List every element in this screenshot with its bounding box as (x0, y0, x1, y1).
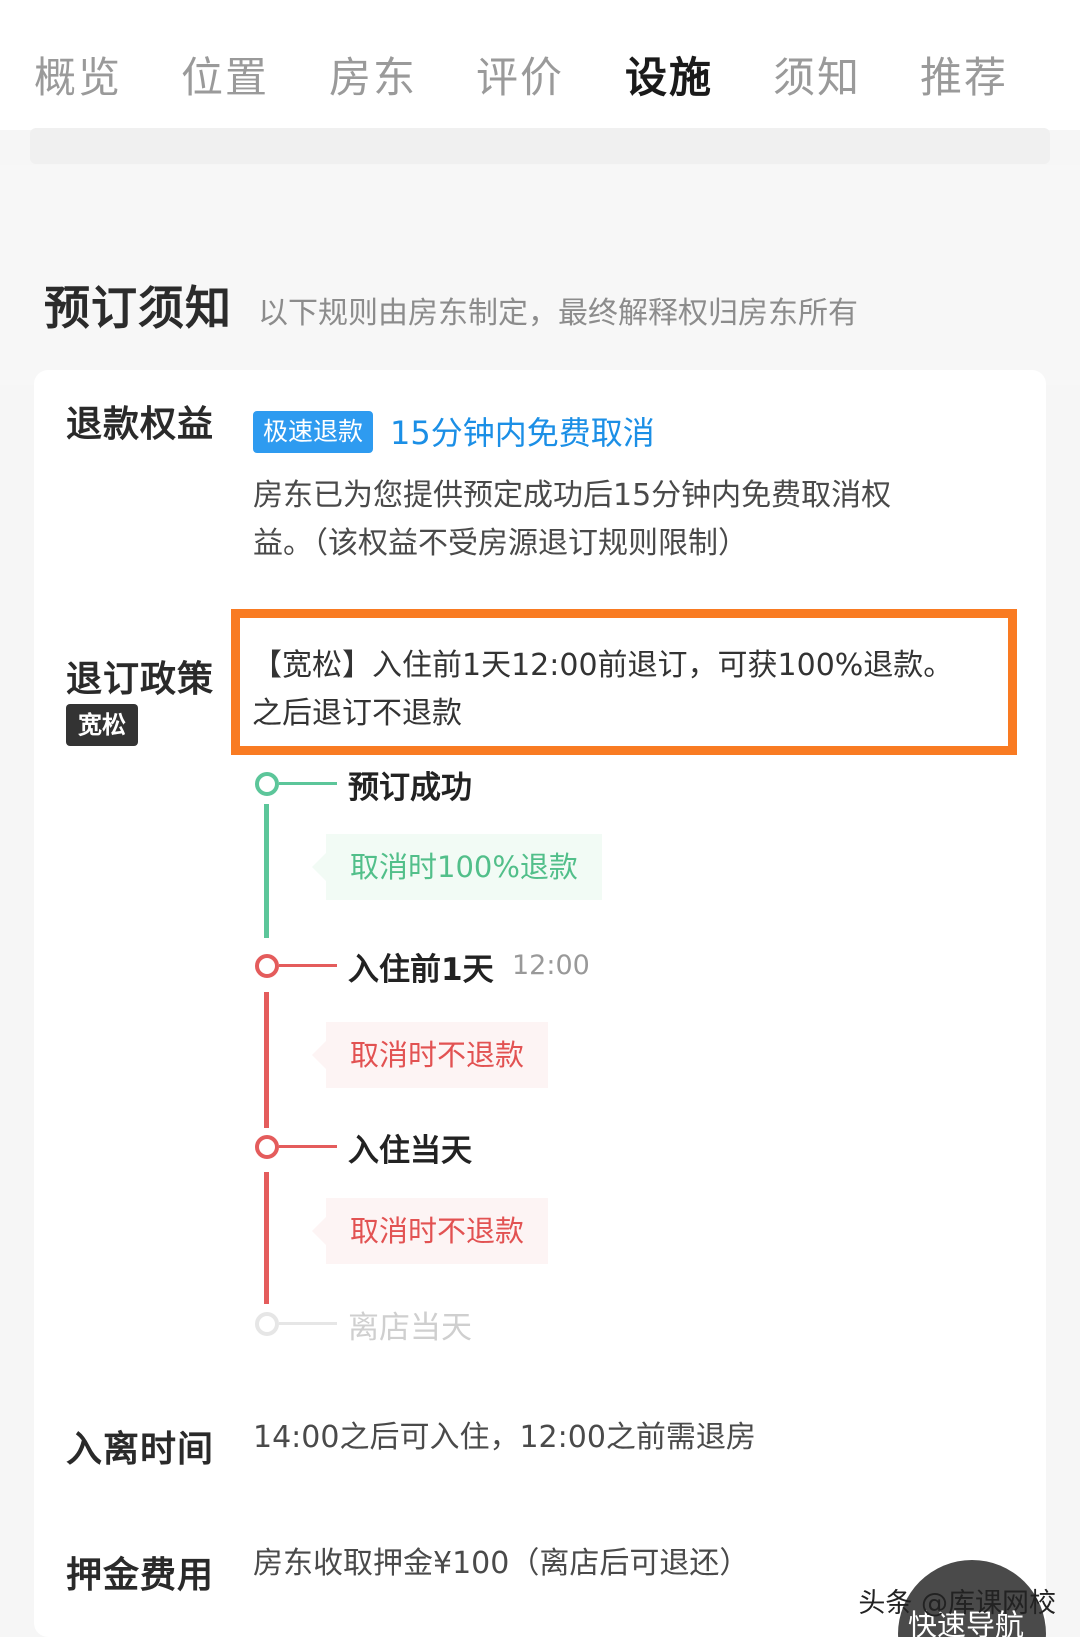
deposit-label: 押金费用 (66, 1555, 215, 1596)
top-tab-bar: 概览 位置 房东 评价 设施 须知 推荐 (0, 0, 1080, 130)
timeline-title: 入住前1天 (348, 952, 494, 988)
timeline-segment (264, 1172, 269, 1304)
policy-text-line1: 【宽松】入住前1天12:00前退订，可获100%退款。 (252, 648, 954, 683)
timeline-node (255, 954, 279, 978)
timeline-note: 取消时100%退款 (312, 834, 602, 900)
refund-description-line1: 房东已为您提供预定成功后15分钟内免费取消权 (253, 478, 892, 513)
cancel-policy-label: 退订政策 (66, 659, 215, 700)
refund-description-line2: 益。（该权益不受房源退订规则限制） (253, 526, 748, 561)
tab-notice[interactable]: 须知 (773, 44, 861, 105)
free-cancel-link[interactable]: 15分钟内免费取消 (390, 408, 655, 454)
deposit-value: 房东收取押金¥100（离店后可退还） (253, 1546, 750, 1581)
policy-text-line2: 之后退订不退款 (252, 696, 462, 731)
checkin-time-label: 入离时间 (66, 1429, 215, 1470)
tab-overview[interactable]: 概览 (34, 44, 122, 105)
timeline-title: 预订成功 (348, 770, 472, 806)
timeline-node (255, 1312, 279, 1336)
timeline-title: 离店当天 (348, 1310, 472, 1346)
timeline-note: 取消时不退款 (311, 1198, 549, 1264)
tab-location[interactable]: 位置 (181, 44, 269, 105)
page-title: 预订须知 (44, 281, 232, 335)
timeline-connector (279, 1145, 337, 1148)
timeline-note: 取消时不退款 (311, 1022, 549, 1088)
tab-host[interactable]: 房东 (329, 44, 417, 105)
timeline-title: 入住当天 (348, 1133, 472, 1169)
watermark: 头条 @库课网校 (858, 1588, 1056, 1619)
page-subtitle: 以下规则由房东制定，最终解释权归房东所有 (258, 296, 858, 331)
fast-refund-badge: 极速退款 (253, 411, 374, 453)
tab-facilities[interactable]: 设施 (625, 44, 713, 105)
timeline-segment (264, 804, 269, 938)
tab-bar-shadow (30, 128, 1050, 164)
tab-reviews[interactable]: 评价 (476, 44, 564, 105)
checkin-time-value: 14:00之后可入住，12:00之前需退房 (253, 1420, 756, 1455)
timeline-node (255, 1135, 279, 1159)
policy-type-tag: 宽松 (66, 704, 138, 746)
timeline-connector (279, 964, 337, 967)
timeline-connector (279, 1322, 337, 1325)
timeline-segment (264, 992, 269, 1128)
tab-recommend[interactable]: 推荐 (920, 44, 1008, 105)
refund-rights-label: 退款权益 (66, 404, 215, 445)
timeline-connector (279, 782, 337, 785)
timeline-time: 12:00 (512, 950, 590, 981)
timeline-node (255, 772, 279, 796)
